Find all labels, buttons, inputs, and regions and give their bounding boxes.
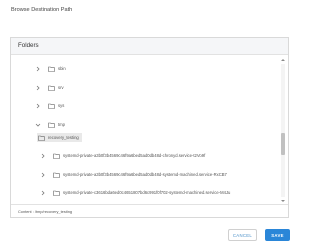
chevron-down-icon[interactable] bbox=[35, 122, 41, 128]
tree-item-label: systemd-private-c3616bda6ed0c4651807bd6c… bbox=[63, 190, 231, 195]
tree-scrollbar[interactable] bbox=[280, 57, 286, 204]
chevron-right-icon[interactable] bbox=[35, 85, 41, 91]
folder-icon bbox=[48, 122, 55, 128]
folders-panel-title: Folders bbox=[18, 42, 39, 49]
folder-icon bbox=[48, 85, 55, 91]
save-button[interactable]: SAVE bbox=[265, 229, 290, 241]
folders-panel: Folders sbin srv sys tmp recovery_testin… bbox=[10, 37, 289, 218]
tree-item-sbin[interactable]: sbin bbox=[35, 64, 66, 73]
tree-item-label: tmp bbox=[58, 122, 65, 127]
tree-item-sys[interactable]: sys bbox=[35, 101, 64, 110]
scrollbar-track[interactable] bbox=[281, 64, 285, 197]
folder-tree: sbin srv sys tmp recovery_testing system… bbox=[11, 55, 281, 204]
tree-item-label: systemd-private-a3b0f3b4569c46f9a6bed5ad… bbox=[63, 172, 227, 177]
folder-icon bbox=[53, 153, 60, 159]
chevron-right-icon[interactable] bbox=[35, 103, 41, 109]
chevron-right-icon[interactable] bbox=[35, 66, 41, 72]
chevron-right-icon[interactable] bbox=[40, 153, 46, 159]
tree-item-label: systemd-private-a3b0f3b4569c46f9a6bed5ad… bbox=[63, 153, 206, 158]
folders-panel-header: Folders bbox=[11, 38, 288, 55]
folder-icon bbox=[48, 103, 55, 109]
selected-path-text: Content : /tmp/recovery_testing bbox=[18, 209, 73, 214]
scroll-up-arrow-icon[interactable] bbox=[280, 57, 286, 63]
folder-icon bbox=[53, 172, 60, 178]
tree-item-systemd-chronyd[interactable]: systemd-private-a3b0f3b4569c46f9a6bed5ad… bbox=[40, 151, 205, 160]
folder-icon bbox=[48, 66, 55, 72]
folder-icon bbox=[53, 190, 60, 196]
browse-destination-dialog: Browse Destination Path Folders sbin srv… bbox=[0, 0, 300, 251]
folder-icon bbox=[38, 135, 45, 141]
selected-path-footer: Content : /tmp/recovery_testing bbox=[11, 204, 288, 217]
tree-item-tmp[interactable]: tmp bbox=[35, 120, 65, 129]
chevron-right-icon[interactable] bbox=[40, 172, 46, 178]
tree-item-label: recovery_testing bbox=[48, 135, 79, 140]
tree-item-label: sys bbox=[58, 103, 65, 108]
dialog-title: Browse Destination Path bbox=[11, 7, 73, 13]
cancel-button[interactable]: CANCEL bbox=[228, 229, 257, 241]
tree-item-srv[interactable]: srv bbox=[35, 83, 64, 92]
tree-item-systemd-machined-2[interactable]: systemd-private-c3616bda6ed0c4651807bd6c… bbox=[40, 188, 230, 197]
tree-item-recovery-testing[interactable]: recovery_testing bbox=[37, 133, 82, 142]
chevron-right-icon[interactable] bbox=[40, 190, 46, 196]
tree-item-label: srv bbox=[58, 85, 64, 90]
scrollbar-thumb[interactable] bbox=[281, 133, 285, 155]
tree-item-label: sbin bbox=[58, 66, 66, 71]
tree-item-systemd-machined-1[interactable]: systemd-private-a3b0f3b4569c46f9a6bed5ad… bbox=[40, 170, 227, 179]
